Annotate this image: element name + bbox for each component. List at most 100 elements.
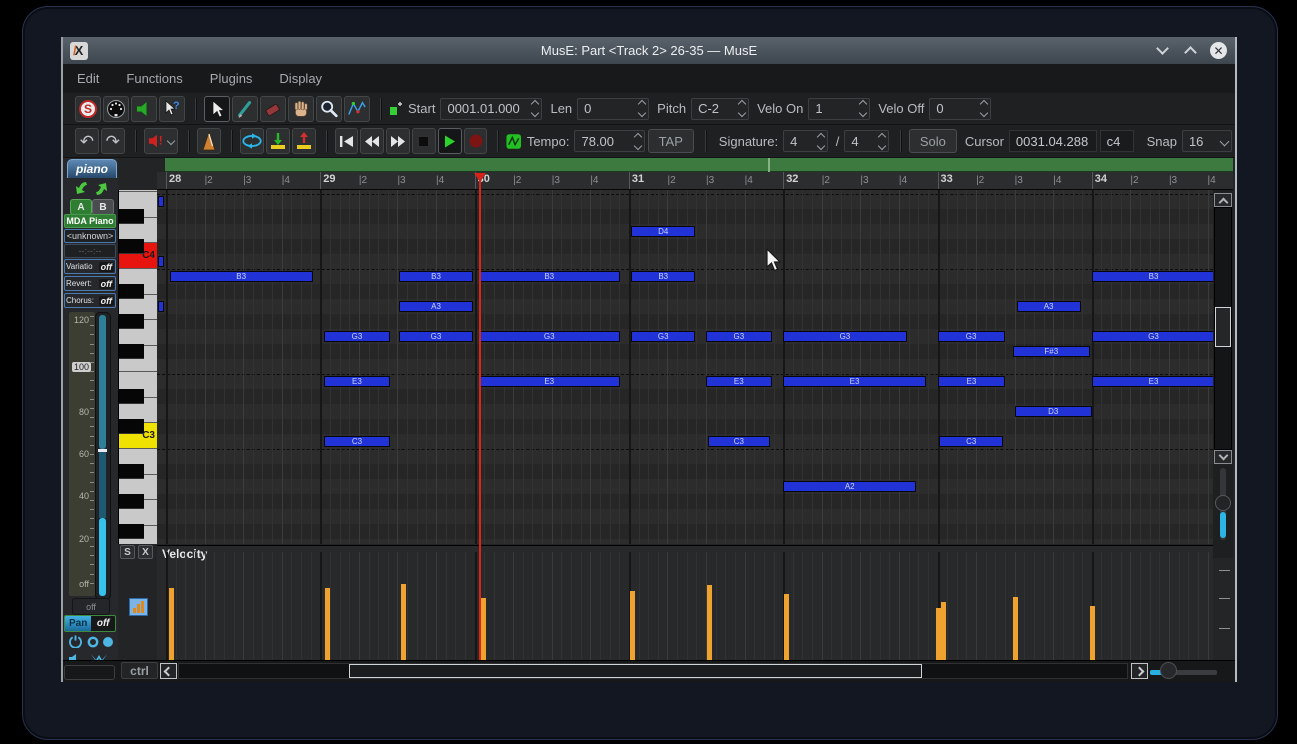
piano-key-black[interactable] [119,314,144,329]
tab-piano[interactable]: piano [67,159,117,178]
midi-note-e3[interactable]: E3 [938,376,1006,387]
scroll-down-button[interactable] [1214,450,1232,464]
stop-button[interactable] [412,128,436,154]
maximize-button[interactable] [1182,43,1198,59]
midi-note-b3[interactable]: B3 [479,271,620,282]
ctrl-menu-button[interactable]: ctrl [121,662,158,679]
piano-key-black[interactable] [119,284,144,299]
velocity-bar[interactable] [630,591,635,660]
midi-note-e3[interactable]: E3 [783,376,926,387]
undo-button[interactable]: ↶ [75,128,99,154]
part-a-button[interactable]: A [70,199,92,215]
menu-edit[interactable]: Edit [77,71,99,86]
velocity-pane[interactable]: Velocity [157,545,1213,660]
piano-key-black[interactable] [119,464,144,479]
next-part-button[interactable] [92,180,114,197]
snap-dropdown[interactable]: 16 [1182,130,1232,152]
spinner-arrows-icon[interactable] [879,134,885,149]
start-spinbox[interactable]: 0001.01.000 [440,98,542,120]
horizontal-scrollbar-thumb[interactable] [349,664,922,678]
velo-on-spinbox[interactable]: 1 [808,98,870,120]
spinner-arrows-icon[interactable] [739,101,745,116]
velocity-bar[interactable] [169,588,174,660]
pointer-tool-button[interactable] [204,96,230,122]
punch-out-button[interactable] [292,128,316,154]
piano-key-black[interactable] [119,389,144,404]
midi-note-c3[interactable]: C3 [324,436,390,447]
pan-control[interactable]: Pan off [64,615,116,632]
signature-denominator-spinbox[interactable]: 4 [844,130,889,152]
dot-indicator[interactable] [101,634,115,649]
ctrl-select-button[interactable]: S [120,545,135,559]
part-b-button[interactable]: B [92,199,114,215]
piano-key-black[interactable] [119,344,144,359]
panic-button[interactable]: ! [144,128,179,154]
midi-note-e3[interactable]: E3 [706,376,772,387]
midi-note-a2[interactable]: A2 [783,481,916,492]
vertical-scrollbar-thumb[interactable] [1215,307,1231,347]
solo-button[interactable]: Solo [909,129,957,153]
reverb-send-row[interactable]: Revert: off [64,276,116,291]
horizontal-zoom-knob[interactable] [1160,662,1177,679]
spinner-arrows-icon[interactable] [818,134,824,149]
metronome-button[interactable] [197,128,221,154]
midi-note-g3[interactable]: G3 [479,331,620,342]
spinner-arrows-icon[interactable] [635,134,641,149]
velocity-bar[interactable] [401,584,406,660]
menu-plugins[interactable]: Plugins [210,71,253,86]
midi-note-a3[interactable]: A3 [1017,301,1081,312]
midi-note-g3[interactable]: G3 [399,331,472,342]
pitch-spinbox[interactable]: C-2 [691,98,749,120]
piano-key-black[interactable] [119,419,144,434]
vertical-zoom-knob[interactable] [1215,495,1231,511]
tempo-spinbox[interactable]: 78.00 [574,130,644,152]
midi-note-g3[interactable]: G3 [706,331,772,342]
spinner-arrows-icon[interactable] [639,101,645,116]
midi-note-e4[interactable] [158,196,165,207]
rewind-to-start-button[interactable] [335,128,359,154]
velocity-bar[interactable] [1090,606,1095,660]
titlebar[interactable]: /X MusE: Part <Track 2> 26-35 — MusE ✕ [63,37,1235,64]
menu-display[interactable]: Display [279,71,322,86]
midi-note-b3[interactable]: B3 [1092,271,1213,282]
fast-forward-button[interactable] [386,128,410,154]
midi-note-g3[interactable]: G3 [631,331,695,342]
close-button[interactable]: ✕ [1210,42,1227,59]
chorus-send-row[interactable]: Chorus: off [64,293,116,308]
velocity-bar[interactable] [325,588,330,660]
midi-note-e3[interactable]: E3 [1092,376,1213,387]
spinner-arrows-icon[interactable] [532,101,538,116]
draw-tool-button[interactable] [344,96,370,122]
midi-note-c3[interactable]: C3 [708,436,770,447]
note-canvas[interactable]: D4B3B3B3B3B3A3A3G3G3G3G3G3G3G3G3F#3E3E3E… [157,190,1213,544]
midi-note-d4[interactable]: D4 [631,226,695,237]
playhead-marker[interactable] [474,173,486,182]
power-button[interactable] [67,634,83,649]
solo-indicator-button[interactable]: S [75,96,101,122]
pan-tool-button[interactable] [288,96,314,122]
piano-key-black[interactable] [119,524,144,539]
eraser-tool-button[interactable] [260,96,286,122]
midi-note-g3[interactable]: G3 [1092,331,1213,342]
whats-this-button[interactable]: ? [159,96,185,122]
velocity-bar[interactable] [784,594,789,660]
signature-numerator-spinbox[interactable]: 4 [783,130,828,152]
velocity-bar[interactable] [481,598,486,660]
midi-note-c3[interactable]: C3 [939,436,1003,447]
velocity-bar[interactable] [941,602,946,660]
spinner-arrows-icon[interactable] [860,101,866,116]
prev-part-button[interactable] [69,180,91,197]
velocity-bar[interactable] [707,585,712,660]
rewind-button[interactable] [360,128,384,154]
part-strip[interactable] [165,158,1233,172]
variation-send-row[interactable]: Variatio off [64,259,116,274]
scroll-up-button[interactable] [1214,193,1232,207]
piano-key-black[interactable] [119,239,144,254]
menu-functions[interactable]: Functions [126,71,182,86]
instrument-name[interactable]: MDA Piano [64,214,116,228]
loop-button[interactable] [240,128,264,154]
midi-note-e3[interactable]: E3 [479,376,620,387]
play-button[interactable] [438,128,462,154]
pencil-tool-button[interactable] [232,96,258,122]
speaker-button[interactable] [131,96,157,122]
